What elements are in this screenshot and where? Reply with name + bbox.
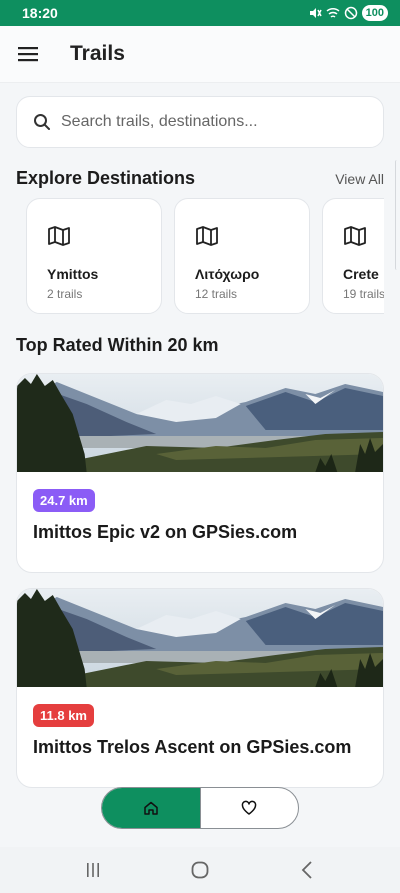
system-nav-bar xyxy=(0,847,400,893)
trail-name: Imittos Epic v2 on GPSies.com xyxy=(33,522,298,542)
back-button[interactable] xyxy=(287,850,327,890)
destination-count: 2 trails xyxy=(47,287,83,301)
scroll-indicator[interactable] xyxy=(395,160,400,270)
destination-name: Ymittos xyxy=(47,266,99,282)
home-icon xyxy=(144,801,158,815)
destinations-carousel[interactable]: Ymittos 2 trails Λιτόχωρο 12 trails Cret… xyxy=(16,198,384,316)
recents-button[interactable] xyxy=(73,850,113,890)
trail-image xyxy=(17,589,383,687)
hamburger-menu-icon xyxy=(18,47,38,62)
status-time: 18:20 xyxy=(22,5,58,21)
view-all-link[interactable]: View All xyxy=(335,171,384,187)
trail-name: Imittos Trelos Ascent on GPSies.com xyxy=(33,737,352,757)
search-bar[interactable] xyxy=(16,96,384,148)
trail-card[interactable]: 11.8 km Imittos Trelos Ascent on GPSies.… xyxy=(16,588,384,788)
status-icons: 100 xyxy=(308,5,388,21)
distance-badge: 11.8 km xyxy=(33,704,94,727)
destination-name: Λιτόχωρο xyxy=(195,266,260,282)
search-input[interactable] xyxy=(59,112,363,132)
app-bar: Trails xyxy=(0,26,400,83)
destination-count: 12 trails xyxy=(195,287,238,301)
bottom-toggle xyxy=(101,787,299,829)
destination-count: 19 trails xyxy=(343,287,384,301)
wifi-icon xyxy=(326,7,340,18)
destination-name: Crete xyxy=(343,266,379,282)
map-icon xyxy=(196,226,218,246)
trail-image xyxy=(17,374,383,472)
favorites-tab[interactable] xyxy=(199,788,299,828)
battery-indicator: 100 xyxy=(361,5,388,21)
menu-button[interactable] xyxy=(0,26,56,82)
back-icon xyxy=(301,861,312,879)
destination-card-crete[interactable]: Crete 19 trails xyxy=(322,198,384,314)
heart-icon xyxy=(241,800,257,815)
status-bar: 18:20 100 xyxy=(0,0,400,26)
distance-badge: 24.7 km xyxy=(33,489,95,512)
destination-card-litochoro[interactable]: Λιτόχωρο 12 trails xyxy=(174,198,310,314)
map-icon xyxy=(48,226,70,246)
search-icon xyxy=(34,114,50,130)
trail-card[interactable]: 24.7 km Imittos Epic v2 on GPSies.com xyxy=(16,373,384,573)
page-title: Trails xyxy=(70,42,125,65)
destination-card-ymittos[interactable]: Ymittos 2 trails xyxy=(26,198,162,314)
home-circle-icon xyxy=(191,861,209,879)
mute-icon xyxy=(309,8,322,18)
home-tab[interactable] xyxy=(102,788,200,828)
do-not-disturb-icon xyxy=(344,6,357,20)
destinations-title: Explore Destinations xyxy=(16,168,196,188)
map-icon xyxy=(344,226,366,246)
home-button[interactable] xyxy=(180,850,220,890)
top-rated-title: Top Rated Within 20 km xyxy=(16,335,219,355)
recents-icon xyxy=(87,863,100,877)
